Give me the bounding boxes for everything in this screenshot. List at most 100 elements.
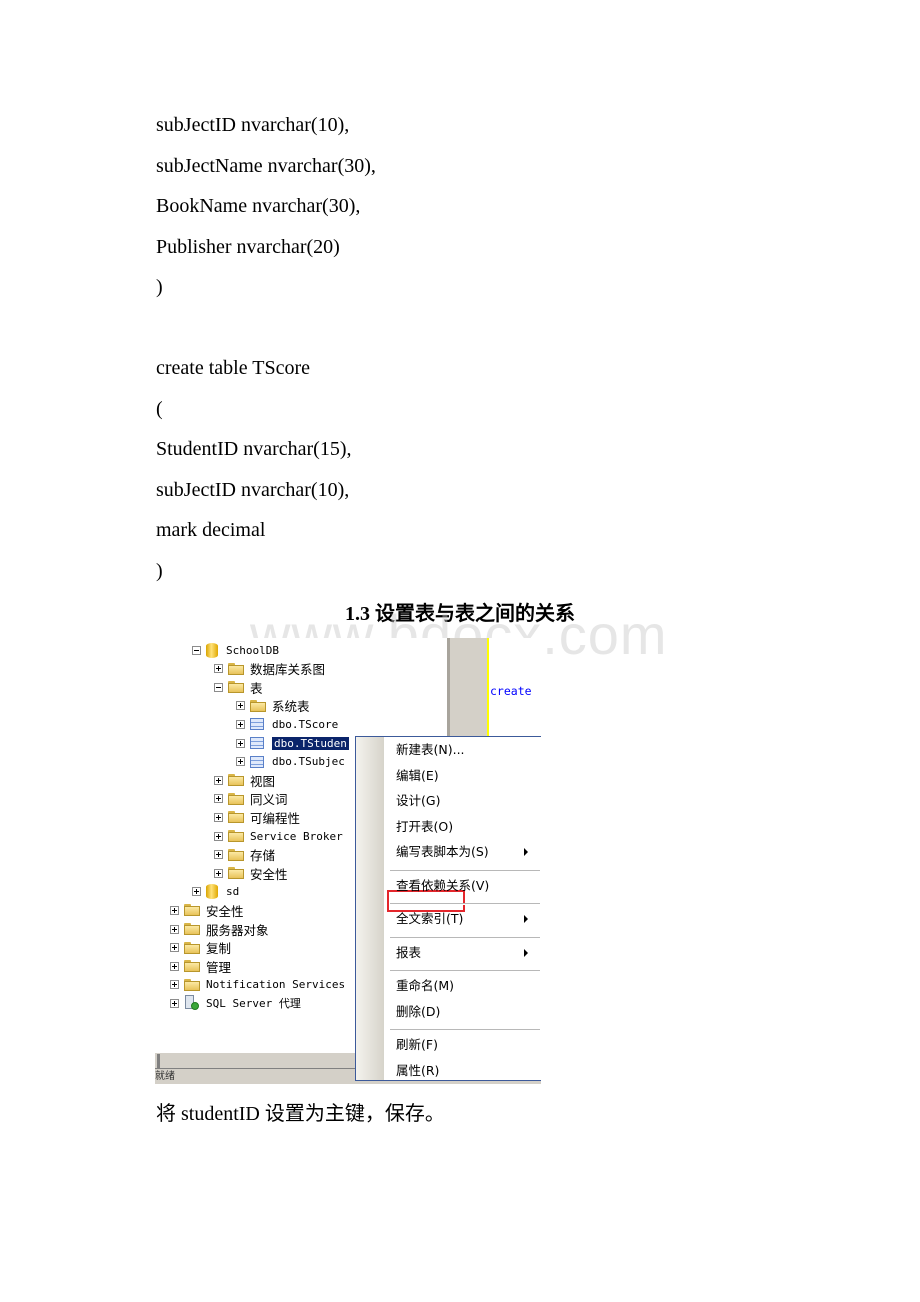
tree-node-label: 安全性 (206, 903, 244, 919)
tree-node[interactable]: 可编程性 (214, 808, 300, 826)
tree-node[interactable]: 复制 (170, 939, 231, 957)
expand-icon[interactable] (214, 794, 223, 804)
tree-node[interactable]: 表 (214, 678, 263, 696)
expand-icon[interactable] (170, 998, 179, 1008)
menu-item[interactable]: 新建表(N)... (396, 739, 465, 761)
tree-node[interactable]: SQL Server 代理 (170, 994, 301, 1012)
menu-item[interactable]: 重命名(M) (396, 975, 454, 997)
menu-icon-strip (356, 737, 384, 1080)
tree-node[interactable]: dbo.TStuden (236, 734, 350, 752)
menu-item[interactable]: 查看依赖关系(V) (396, 875, 489, 897)
folder-icon (250, 699, 266, 712)
tree-node[interactable]: 存储 (214, 846, 275, 864)
submenu-arrow-icon (524, 915, 528, 923)
menu-separator (390, 903, 540, 905)
folder-icon (228, 774, 244, 787)
menu-item[interactable]: 全文索引(T) (396, 908, 463, 930)
folder-icon (228, 830, 244, 842)
collapse-icon[interactable] (214, 682, 223, 692)
table-icon (250, 718, 264, 731)
expand-icon[interactable] (170, 961, 179, 971)
expand-icon[interactable] (236, 701, 245, 711)
expand-icon[interactable] (236, 738, 245, 748)
tree-node[interactable]: SchoolDB (192, 641, 279, 659)
expand-icon[interactable] (170, 943, 179, 953)
database-icon (206, 884, 218, 900)
folder-icon (184, 904, 200, 917)
tree-node[interactable]: 系统表 (236, 697, 310, 715)
tree-node[interactable]: dbo.TScore (236, 715, 338, 733)
database-icon (206, 642, 218, 658)
instruction-text: 将 studentID 设置为主键，保存。 (156, 1103, 445, 1125)
tree-node[interactable]: sd (192, 883, 239, 901)
menu-item[interactable]: 打开表(O) (396, 816, 453, 838)
code-line: subJectName nvarchar(30), (156, 155, 376, 177)
tree-node-label: sd (226, 885, 240, 899)
expand-icon[interactable] (236, 757, 245, 767)
table-icon (250, 737, 264, 749)
menu-item[interactable]: 删除(D) (396, 1001, 440, 1023)
expand-icon[interactable] (170, 905, 179, 915)
menu-item[interactable]: 编写表脚本为(S) (396, 841, 489, 863)
tree-node-label: 数据库关系图 (250, 662, 326, 678)
expand-icon[interactable] (236, 719, 245, 729)
tree-node-label: 系统表 (272, 699, 310, 715)
folder-icon (228, 867, 244, 880)
tree-node[interactable]: 数据库关系图 (214, 660, 325, 678)
tree-node[interactable]: dbo.TSubjec (236, 753, 345, 771)
tree-node-label: 表 (250, 680, 263, 696)
code-line: subJectID nvarchar(10), (156, 114, 350, 136)
code-line: StudentID nvarchar(15), (156, 438, 352, 460)
expand-icon[interactable] (192, 887, 201, 897)
tree-node-label: SQL Server 代理 (206, 997, 301, 1011)
code-line: subJectID nvarchar(10), (156, 479, 350, 501)
expand-icon[interactable] (214, 664, 223, 674)
menu-separator (390, 1029, 540, 1031)
tree-node-label: Notification Services (206, 978, 346, 992)
tree-node[interactable]: 管理 (170, 957, 231, 975)
menu-separator (390, 970, 540, 972)
code-line: mark decimal (156, 519, 266, 541)
expand-icon[interactable] (214, 850, 223, 860)
expand-icon[interactable] (214, 812, 223, 822)
status-text: 就绪 (155, 1071, 175, 1082)
menu-item[interactable]: 设计(G) (396, 790, 440, 812)
tree-node[interactable]: 视图 (214, 771, 275, 789)
submenu-arrow-icon (524, 848, 528, 856)
scrollbar-thumb[interactable] (157, 1054, 160, 1068)
tree-node[interactable]: Service Broker (214, 827, 343, 845)
collapse-icon[interactable] (192, 645, 201, 655)
folder-icon (184, 960, 200, 973)
menu-separator (390, 869, 540, 872)
tree-node-label: SchoolDB (226, 643, 279, 657)
tree-node-label: 安全性 (250, 866, 288, 882)
sql-agent-icon (184, 995, 200, 1011)
tree-node[interactable]: 同义词 (214, 790, 288, 808)
expand-icon[interactable] (214, 831, 223, 841)
tree-node-label: 存储 (250, 848, 276, 864)
folder-icon (184, 941, 200, 954)
menu-item[interactable]: 报表 (396, 942, 421, 964)
expand-icon[interactable] (214, 775, 223, 785)
table-icon (250, 755, 264, 768)
tree-node[interactable]: 安全性 (214, 864, 288, 882)
tree-node-label: 视图 (250, 773, 276, 789)
folder-icon (184, 978, 200, 991)
expand-icon[interactable] (170, 924, 179, 934)
expand-icon[interactable] (214, 868, 223, 878)
tree-node[interactable]: 服务器对象 (170, 920, 269, 938)
folder-icon (184, 923, 200, 935)
tree-node-label: 同义词 (250, 792, 288, 808)
menu-separator (390, 936, 540, 939)
menu-item[interactable]: 属性(R) (396, 1060, 439, 1082)
tree-node-label: dbo.TStuden (271, 735, 350, 751)
tree-node[interactable]: 安全性 (170, 901, 244, 919)
tree-node[interactable]: Notification Services (170, 976, 345, 994)
expand-icon[interactable] (170, 980, 179, 990)
code-line: ( (156, 398, 163, 420)
menu-item[interactable]: 刷新(F) (396, 1034, 438, 1056)
code-line: Publisher nvarchar(20) (156, 236, 340, 258)
tree-node-label: 可编程性 (250, 810, 301, 826)
editor-line: create (490, 684, 532, 698)
menu-item[interactable]: 编辑(E) (396, 765, 439, 787)
